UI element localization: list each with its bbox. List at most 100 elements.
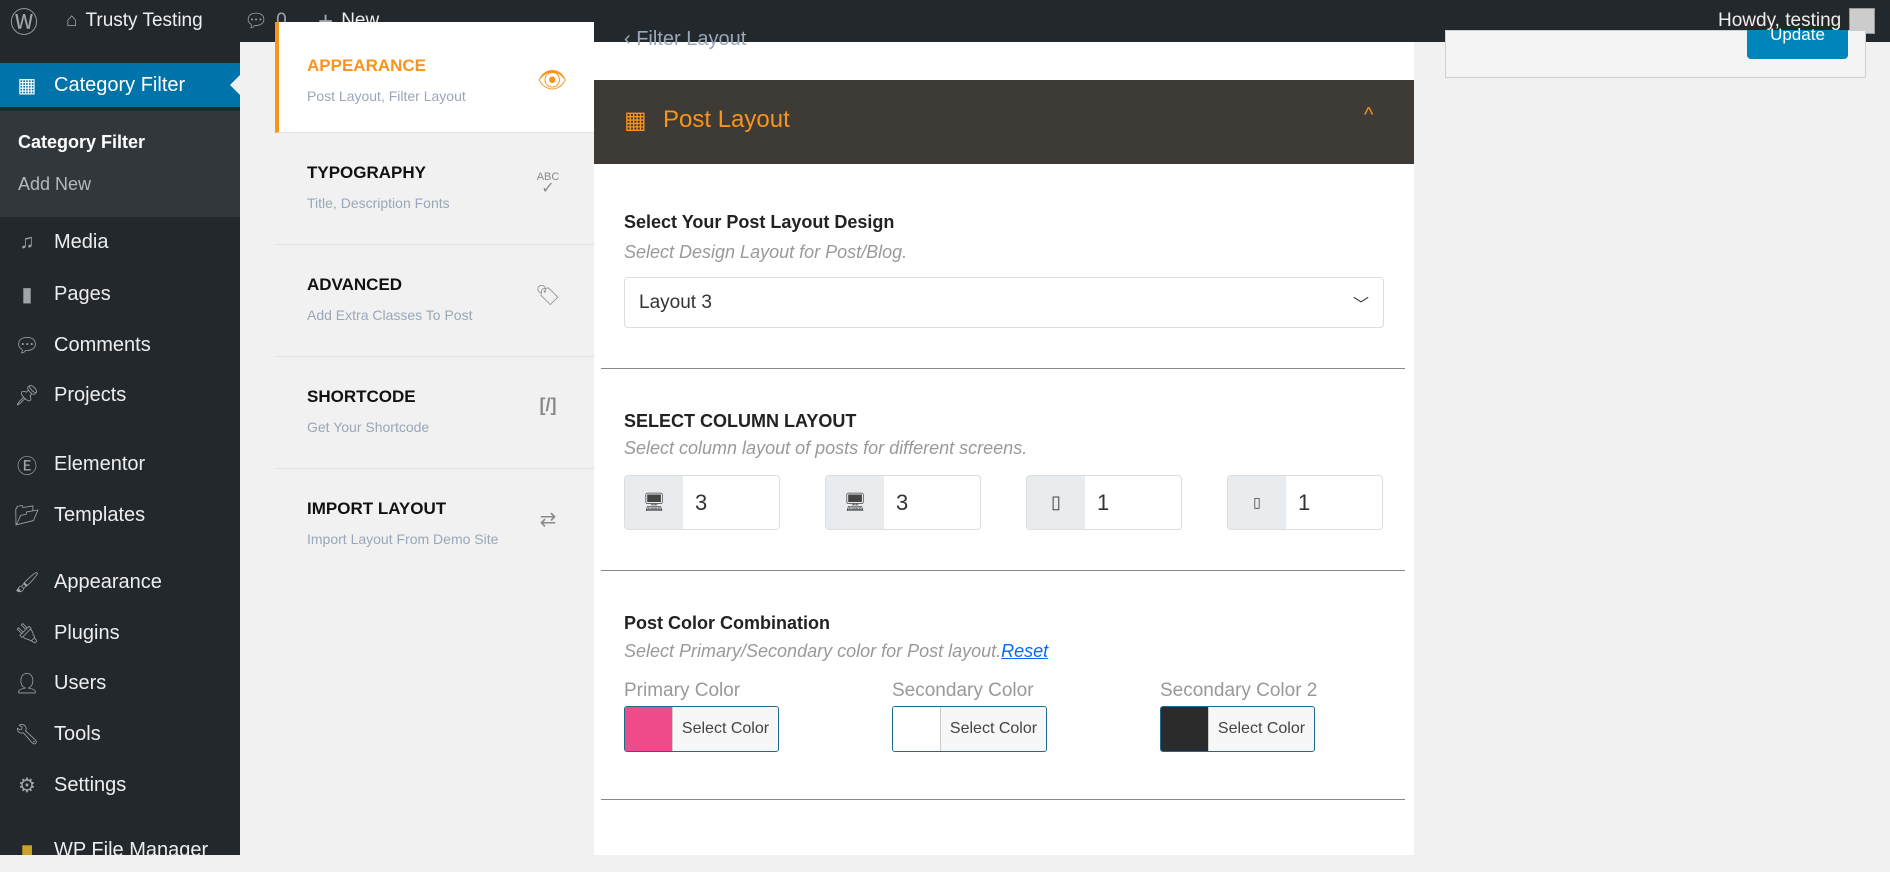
mobile-icon: ▯ — [1228, 476, 1286, 529]
sidebar-item-templates[interactable]: 📂︎ Templates — [0, 493, 240, 537]
label: Elementor — [54, 452, 146, 475]
layout-select[interactable]: Layout 3 ﹀ — [624, 277, 1384, 328]
tab-subtitle: Add Extra Classes To Post — [307, 307, 473, 323]
tab-shortcode[interactable]: SHORTCODE Get Your Shortcode [/] — [275, 357, 594, 469]
settings-tabs: APPEARANCE Post Layout, Filter Layout 👁︎… — [275, 22, 594, 855]
submenu-category-filter[interactable]: Category Filter — [18, 132, 145, 153]
tab-appearance[interactable]: APPEARANCE Post Layout, Filter Layout 👁︎ — [275, 22, 594, 133]
comments-icon: 💬︎ — [14, 334, 40, 357]
tag-icon: 🏷︎ — [535, 285, 561, 307]
columns-subtitle: Select column layout of posts for differ… — [624, 438, 1028, 458]
label: Users — [54, 671, 107, 694]
plug-icon: 🔌︎ — [14, 622, 40, 645]
update-label: Update — [1770, 25, 1825, 44]
mobile-columns-input[interactable]: ▯ 1 — [1227, 475, 1383, 530]
colors-title: Post Color Combination — [624, 613, 830, 633]
label: Comments — [54, 333, 151, 356]
submenu: Category Filter Add New — [0, 111, 240, 217]
secondary-color-label: Secondary Color — [892, 680, 1034, 701]
sidebar-item-pages[interactable]: ▮ Pages — [0, 272, 240, 316]
pin-icon: 📌︎ — [14, 384, 40, 407]
sidebar-item-projects[interactable]: 📌︎ Projects — [0, 373, 240, 417]
color-swatch — [893, 707, 940, 751]
label: Appearance — [54, 570, 162, 593]
tab-title: ADVANCED — [307, 275, 403, 294]
desktop-icon: 🖥︎ — [625, 476, 683, 529]
label: WP File Manager — [54, 838, 209, 861]
desktop-columns-input[interactable]: 🖥︎ 3 — [624, 475, 780, 530]
sidebar-item-tools[interactable]: 🔧︎ Tools — [0, 712, 240, 756]
label: Plugins — [54, 621, 120, 644]
admin-sidebar: ▦ Category Filter Category Filter Add New… — [0, 42, 240, 861]
sidebar-item-settings[interactable]: ⚙ Settings — [0, 763, 240, 807]
label: Pages — [54, 282, 111, 305]
repeat-icon: ⇄ — [539, 509, 557, 531]
design-title: Select Your Post Layout Design — [624, 212, 895, 232]
tab-subtitle: Post Layout, Filter Layout — [307, 88, 466, 104]
post-layout-header[interactable]: ▦ Post Layout ^ — [594, 80, 1414, 164]
select-color-button[interactable]: Select Color — [940, 707, 1046, 751]
submenu-add-new[interactable]: Add New — [18, 174, 91, 195]
sidebar-item-users[interactable]: 👤︎ Users — [0, 661, 240, 705]
site-name-link[interactable]: ⌂ Trusty Testing — [66, 0, 203, 42]
secondary-color-picker[interactable]: Select Color — [892, 706, 1047, 752]
tab-title: APPEARANCE — [307, 56, 427, 75]
sidebar-item-comments[interactable]: 💬︎ Comments — [0, 323, 240, 367]
folder-icon: 📂︎ — [14, 504, 40, 527]
divider — [601, 570, 1405, 571]
tab-subtitle: Import Layout From Demo Site — [307, 531, 499, 547]
laptop-columns-input[interactable]: 🖥︎ 3 — [825, 475, 981, 530]
elementor-icon: Ⓔ — [17, 455, 37, 478]
tab-subtitle: Title, Description Fonts — [307, 195, 450, 211]
sidebar-item-elementor[interactable]: Ⓔ Elementor — [0, 442, 240, 486]
selected-value: Layout 3 — [639, 291, 712, 313]
wrench-icon: 🔧︎ — [14, 723, 40, 746]
secondary-color-2-picker[interactable]: Select Color — [1160, 706, 1315, 752]
settings-icon: ⚙ — [18, 774, 36, 797]
pages-icon: ▮ — [21, 283, 33, 306]
tab-advanced[interactable]: ADVANCED Add Extra Classes To Post 🏷︎ — [275, 245, 594, 357]
filter-layout-header[interactable]: ‹ Filter Layout — [624, 28, 746, 51]
sidebar-item-plugins[interactable]: 🔌︎ Plugins — [0, 611, 240, 655]
folder-icon: ■ — [20, 838, 34, 861]
comment-icon: 💬︎ — [244, 11, 269, 32]
user-icon: 👤︎ — [14, 672, 40, 695]
wordpress-logo-icon[interactable]: Ⓦ — [10, 0, 38, 42]
sidebar-item-category-filter[interactable]: ▦ Category Filter — [0, 63, 240, 107]
sidebar-item-appearance[interactable]: 🖌︎ Appearance — [0, 560, 240, 604]
section-title: Post Layout — [663, 106, 790, 133]
tablet-columns-input[interactable]: ▯ 1 — [1026, 475, 1182, 530]
shortcode-icon: [/] — [539, 395, 557, 415]
grid-icon: ▦ — [624, 107, 647, 134]
chevron-up-icon[interactable]: ^ — [1364, 104, 1373, 127]
label: Projects — [54, 383, 127, 406]
color-swatch — [625, 707, 672, 751]
primary-color-label: Primary Color — [624, 680, 741, 701]
reset-link[interactable]: Reset — [1001, 641, 1048, 661]
primary-color-picker[interactable]: Select Color — [624, 706, 779, 752]
update-button[interactable]: Update — [1747, 26, 1848, 59]
eye-icon: 👁︎ — [537, 67, 568, 94]
label: Category Filter — [54, 73, 186, 96]
select-color-button[interactable]: Select Color — [1208, 707, 1314, 751]
label: Settings — [54, 773, 127, 796]
chevron-down-icon: ﹀ — [1352, 296, 1369, 314]
section-title: Filter Layout — [636, 28, 747, 50]
tab-import-layout[interactable]: IMPORT LAYOUT Import Layout From Demo Sit… — [275, 469, 594, 581]
tab-subtitle: Get Your Shortcode — [307, 419, 430, 435]
tab-typography[interactable]: TYPOGRAPHY Title, Description Fonts ABC ✓ — [275, 133, 594, 245]
design-subtitle: Select Design Layout for Post/Blog. — [624, 242, 908, 262]
sidebar-item-wp-file-manager[interactable]: ■ WP File Manager — [0, 828, 240, 872]
tab-title: IMPORT LAYOUT — [307, 499, 447, 518]
value: 1 — [1298, 489, 1311, 515]
subtitle-text: Select Primary/Secondary color for Post … — [624, 641, 1002, 661]
desktop-icon: 🖥︎ — [826, 476, 884, 529]
divider — [601, 368, 1405, 369]
select-color-button[interactable]: Select Color — [672, 707, 778, 751]
columns-title: SELECT COLUMN LAYOUT — [624, 411, 857, 431]
brush-icon: 🖌︎ — [14, 571, 40, 594]
sidebar-item-media[interactable]: ♫ Media — [0, 220, 240, 264]
secondary-color-2-label: Secondary Color 2 — [1160, 680, 1318, 701]
divider — [601, 799, 1405, 800]
settings-panel: ‹ Filter Layout ▦ Post Layout ^ Select Y… — [594, 28, 1414, 855]
